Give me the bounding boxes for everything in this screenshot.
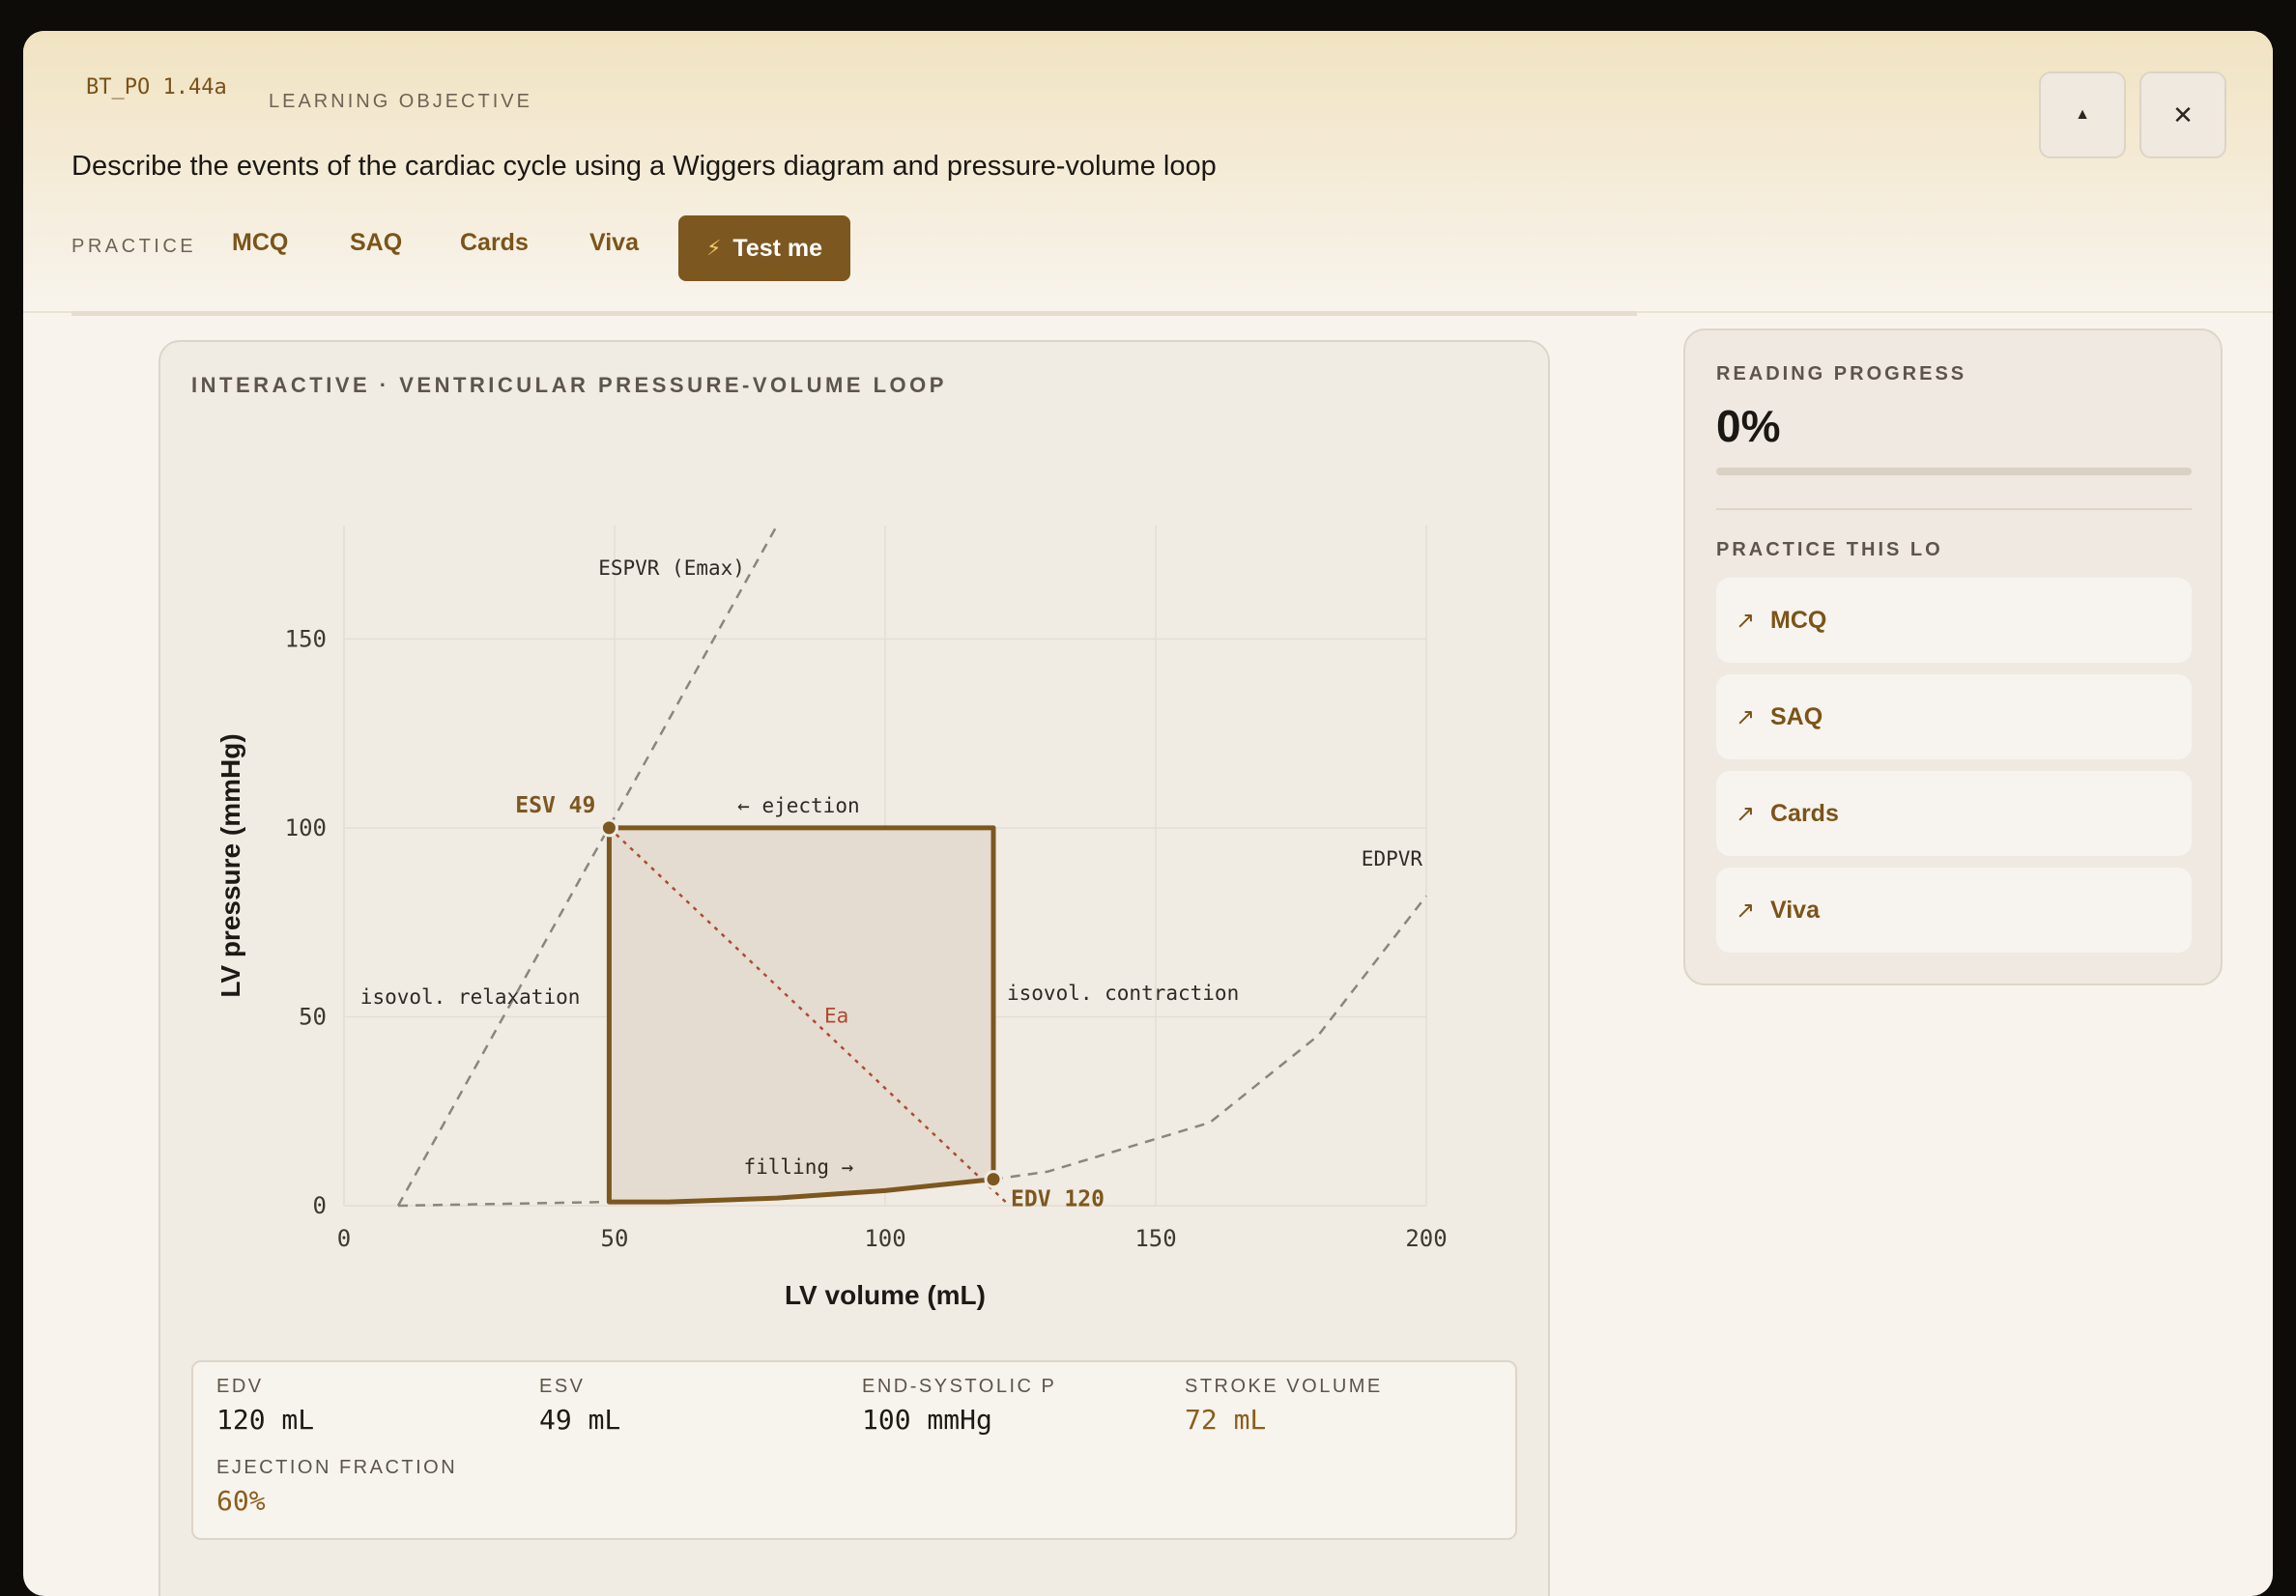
side-practice-mcq[interactable]: ↗ MCQ: [1716, 578, 2192, 663]
practice-link-viva[interactable]: Viva: [589, 229, 639, 257]
stat-label: STROKE VOLUME: [1185, 1376, 1383, 1397]
close-icon: ✕: [2172, 100, 2194, 129]
test-me-label: Test me: [732, 234, 823, 262]
side-panel: READING PROGRESS 0% PRACTICE THIS LO ↗ M…: [1683, 328, 2223, 985]
lo-panel: BT_PO 1.44a LEARNING OBJECTIVE Describe …: [23, 31, 2273, 1596]
ejection-annotation: ← ejection: [737, 794, 859, 817]
stat-value: 120 mL: [216, 1404, 315, 1436]
pv-loop-card: INTERACTIVE · VENTRICULAR PRESSURE-VOLUM…: [158, 340, 1550, 1596]
y-tick-label: 150: [285, 625, 327, 652]
stat-value: 72 mL: [1185, 1404, 1267, 1436]
stat-end-systolic-p: END-SYSTOLIC P 100 mmHg: [862, 1376, 1056, 1436]
pv-loop-chart[interactable]: 0 50 100 150 200 0 50 100 150 LV volume (mL) LV pr…: [160, 342, 1548, 1347]
y-tick-label: 50: [299, 1003, 327, 1030]
lo-kicker: LEARNING OBJECTIVE: [269, 91, 532, 112]
stat-label: EDV: [216, 1376, 264, 1397]
side-item-label: Cards: [1770, 799, 1839, 827]
practice-label: PRACTICE: [72, 236, 197, 257]
esv-point-label: ESV 49: [515, 793, 595, 818]
isovol-relaxation-annotation: isovol. relaxation: [360, 985, 581, 1009]
edpvr-line: [992, 895, 1427, 1181]
stat-stroke-volume: STROKE VOLUME 72 mL: [1185, 1376, 1383, 1436]
test-me-button[interactable]: ⚡ Test me: [678, 215, 850, 281]
stats-panel: EDV 120 mL ESV 49 mL END-SYSTOLIC P 100 …: [191, 1360, 1517, 1540]
arrow-up-right-icon: ↗: [1736, 703, 1756, 730]
x-tick-label: 150: [1134, 1225, 1176, 1252]
stat-value: 60%: [216, 1485, 266, 1517]
side-item-label: MCQ: [1770, 606, 1827, 634]
reading-progress-label: READING PROGRESS: [1716, 363, 1967, 385]
stat-ejection-fraction: EJECTION FRACTION 60%: [216, 1457, 457, 1517]
stat-value: 100 mmHg: [862, 1404, 992, 1436]
esv-point: [599, 818, 618, 838]
lo-header: BT_PO 1.44a LEARNING OBJECTIVE Describe …: [23, 31, 2273, 313]
side-item-label: Viva: [1770, 896, 1820, 924]
reading-divider: [72, 311, 1637, 316]
arrow-up-right-icon: ↗: [1736, 800, 1756, 827]
lo-title: Describe the events of the cardiac cycle…: [72, 151, 1217, 182]
side-practice-saq[interactable]: ↗ SAQ: [1716, 674, 2192, 759]
stat-esv: ESV 49 mL: [539, 1376, 620, 1436]
lightning-icon: ⚡: [705, 236, 722, 260]
edv-point: [984, 1170, 1003, 1189]
practice-link-cards[interactable]: Cards: [460, 229, 529, 257]
stat-edv: EDV 120 mL: [216, 1376, 314, 1436]
isovol-contraction-annotation: isovol. contraction: [1007, 982, 1239, 1005]
stat-label: ESV: [539, 1376, 586, 1397]
stat-label: END-SYSTOLIC P: [862, 1376, 1057, 1397]
triangle-up-icon: ▲: [2075, 106, 2090, 123]
arrow-up-right-icon: ↗: [1736, 607, 1756, 634]
collapse-button[interactable]: ▲: [2039, 71, 2126, 158]
edpvr-annotation: EDPVR: [1362, 847, 1423, 870]
side-item-label: SAQ: [1770, 702, 1823, 730]
practice-link-saq[interactable]: SAQ: [350, 229, 402, 257]
y-axis-label: LV pressure (mmHg): [215, 733, 245, 997]
side-practice-cards[interactable]: ↗ Cards: [1716, 771, 2192, 856]
x-axis-label: LV volume (mL): [785, 1280, 986, 1310]
reading-progress-value: 0%: [1716, 401, 1781, 451]
side-practice-viva[interactable]: ↗ Viva: [1716, 868, 2192, 953]
x-tick-label: 0: [337, 1225, 351, 1252]
y-tick-label: 0: [313, 1192, 327, 1219]
close-button[interactable]: ✕: [2139, 71, 2226, 158]
practice-link-mcq[interactable]: MCQ: [232, 229, 288, 257]
x-tick-label: 50: [601, 1225, 629, 1252]
x-tick-label: 100: [864, 1225, 905, 1252]
espvr-annotation: ESPVR (Emax): [598, 556, 745, 580]
arrow-up-right-icon: ↗: [1736, 897, 1756, 924]
practice-this-lo-label: PRACTICE THIS LO: [1716, 539, 1943, 560]
filling-annotation: filling →: [744, 1155, 854, 1179]
loop-fill: [609, 827, 993, 1203]
lo-code: BT_PO 1.44a: [86, 75, 227, 100]
stat-label: EJECTION FRACTION: [216, 1457, 458, 1478]
ea-annotation: Ea: [824, 1004, 848, 1027]
edv-point-label: EDV 120: [1011, 1187, 1105, 1212]
y-tick-label: 100: [285, 814, 327, 841]
reading-progress-bar: [1716, 468, 2192, 475]
side-divider: [1716, 508, 2192, 510]
stat-value: 49 mL: [539, 1404, 621, 1436]
x-tick-label: 200: [1405, 1225, 1447, 1252]
